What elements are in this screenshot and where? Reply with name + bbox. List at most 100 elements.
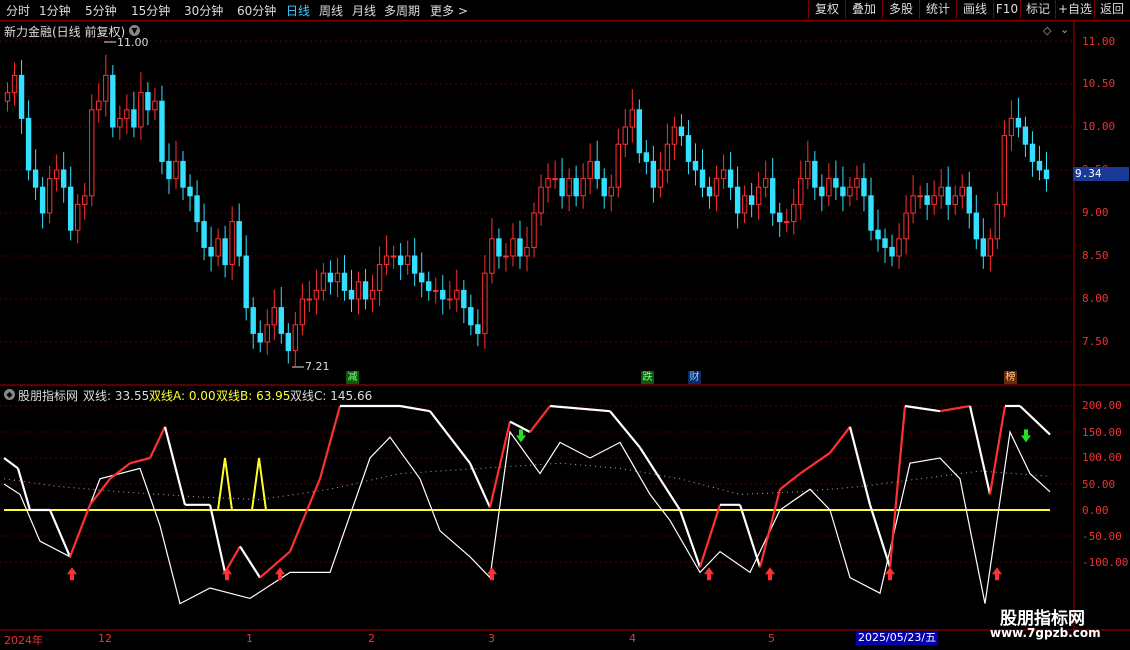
candle-body	[685, 135, 692, 162]
candle-body	[987, 238, 994, 257]
up-arrow-icon	[275, 567, 285, 581]
candle-body	[208, 246, 214, 257]
yellow-spike	[251, 457, 267, 511]
candle-body	[812, 160, 818, 188]
event-tag-ranking[interactable]: 榜	[1004, 371, 1017, 384]
event-tag-reduce[interactable]: 减	[346, 371, 359, 384]
candle-body	[510, 238, 516, 257]
indicator-line-thick-segment	[848, 426, 872, 506]
candle-body	[166, 160, 172, 180]
candle-body	[60, 169, 67, 188]
date-axis-label: 2024年	[4, 634, 43, 647]
candle-body	[587, 160, 593, 180]
candle-body	[755, 186, 762, 205]
candle-body	[1001, 135, 1008, 205]
up-arrow-icon	[67, 567, 77, 581]
chevron-down-icon[interactable]: ⌄	[1060, 23, 1069, 36]
date-axis-label: 12	[98, 632, 112, 645]
candle-body	[770, 178, 776, 214]
candle-body	[524, 246, 530, 257]
candle-body	[103, 74, 109, 102]
indicator-line-thick-segment	[149, 426, 166, 459]
candle-body	[440, 289, 446, 300]
candle-body	[25, 117, 32, 171]
indicator-line-thick-segment	[758, 488, 782, 568]
indicator-line-thick-segment	[799, 451, 831, 475]
candle-body	[243, 255, 249, 309]
indicator-line-thick-segment	[68, 504, 92, 558]
candle-body	[917, 195, 923, 198]
candle-body	[629, 109, 636, 128]
indicator-line-thick-segment	[318, 405, 342, 480]
indicator-c-value: 双线C: 145.66	[290, 389, 373, 403]
candle-body	[692, 160, 699, 171]
current-price-badge: 9.34	[1073, 167, 1129, 181]
price-tick: 8.00	[1082, 292, 1109, 305]
chevron-down-icon[interactable]: ▼	[129, 25, 140, 36]
candle-body	[89, 109, 95, 197]
indicator-line-thick-segment	[288, 478, 322, 553]
candle-body	[517, 238, 523, 257]
candle-body	[327, 272, 334, 283]
candle-body	[896, 238, 902, 257]
candle-body	[201, 221, 207, 248]
watermark-url: www.7gpzb.com	[990, 626, 1101, 640]
indicator-line-thick-segment	[779, 472, 801, 491]
candle-body	[152, 100, 158, 111]
date-axis-label: 1	[246, 632, 253, 645]
event-tag-finance[interactable]: 财	[688, 371, 701, 384]
candle-body	[117, 117, 123, 128]
indicator-line-thick-segment	[399, 404, 431, 413]
candle-body	[643, 152, 650, 162]
candle-body	[75, 203, 81, 231]
candle-body	[320, 272, 327, 291]
candle-body	[538, 186, 544, 214]
date-axis-label: 5	[768, 632, 775, 645]
date-axis-label: 2	[368, 632, 375, 645]
candle-body	[32, 169, 39, 188]
candle-body	[734, 186, 741, 214]
candle-body	[952, 195, 958, 205]
candle-body	[615, 143, 621, 188]
indicator-line-thick-segment	[549, 404, 611, 413]
candle-body	[355, 281, 362, 300]
candle-body	[861, 178, 867, 197]
candle-body	[348, 289, 355, 300]
indicator-line-thick-segment	[904, 404, 941, 413]
candle-body	[727, 169, 734, 188]
indicator-line-thick-segment	[968, 405, 992, 495]
price-tick: 10.00	[1082, 120, 1116, 133]
candle-body	[805, 160, 811, 180]
down-arrow-icon	[1021, 429, 1031, 443]
candle-body	[678, 126, 685, 137]
candle-body	[447, 298, 453, 301]
indicator-line-thick-segment	[48, 509, 72, 558]
candle-body	[215, 238, 221, 257]
candle-body	[39, 186, 46, 214]
candle-body	[601, 178, 607, 197]
diamond-icon[interactable]: ◇	[1043, 24, 1051, 37]
candle-body	[299, 298, 306, 326]
candle-body	[187, 186, 193, 197]
high-price-label: 11.00	[117, 36, 149, 49]
candle-body	[545, 178, 551, 188]
candle-body	[468, 307, 474, 326]
main-chart-title: 新力金融(日线 前复权)	[4, 25, 126, 39]
candle-body	[383, 255, 390, 266]
dotted-average-line	[3, 462, 1051, 501]
indicator-tick: 100.00	[1082, 451, 1122, 464]
candle-body	[573, 178, 579, 197]
candle-body	[418, 272, 425, 283]
candle-body	[390, 255, 397, 258]
candle-body	[847, 186, 853, 197]
event-tag-drop[interactable]: 跌	[641, 371, 654, 384]
stock-chart-canvas[interactable]	[0, 0, 1130, 650]
candle-body	[11, 74, 18, 94]
settings-icon[interactable]: ◆	[4, 389, 15, 400]
candle-body	[426, 281, 432, 291]
candle-body	[671, 126, 678, 145]
indicator-b-value: 双线B: 63.95	[216, 389, 291, 403]
candle-body	[236, 221, 242, 257]
candle-body	[706, 186, 713, 197]
candle-body	[46, 178, 53, 214]
